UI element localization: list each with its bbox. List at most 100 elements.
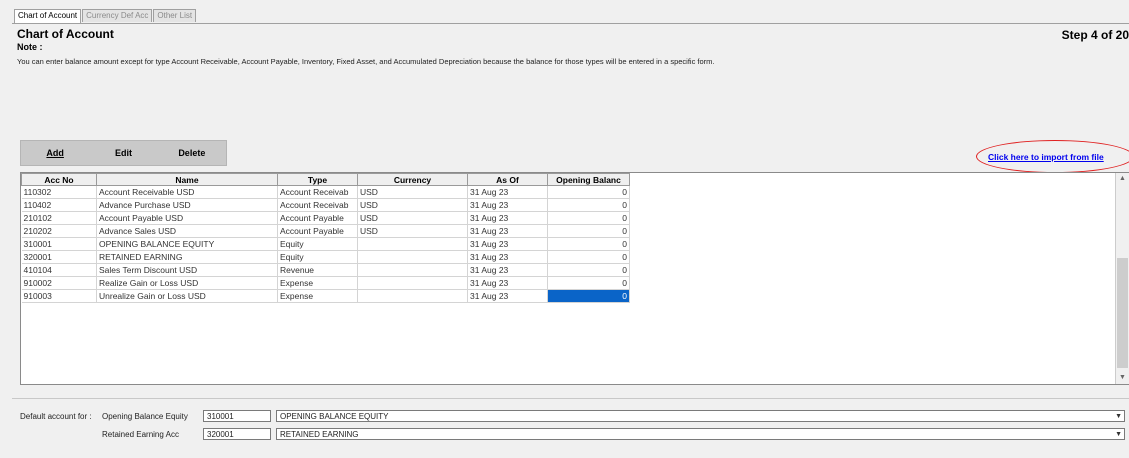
as-of-cell[interactable]: 31 Aug 23 [467,224,548,238]
dropdown-arrow-icon[interactable]: ▼ [1115,429,1122,441]
scrollbar-thumb[interactable] [1117,258,1128,368]
dropdown-arrow-icon[interactable]: ▼ [1115,411,1122,423]
opening-balance-cell[interactable]: 0 [547,263,630,277]
tab-bar: Chart of Account Currency Def Acc Other … [14,9,197,23]
currency-cell[interactable]: USD [357,211,468,225]
scroll-up-arrow-icon[interactable]: ▲ [1116,173,1129,185]
note-label: Note : [17,42,43,52]
as-of-cell[interactable]: 31 Aug 23 [467,250,548,264]
opening-balance-cell[interactable]: 0 [547,211,630,225]
acc-no-cell[interactable]: 320001 [21,250,97,264]
retained-earning-code-input[interactable]: 320001 [203,428,271,440]
column-header-currency[interactable]: Currency [357,173,468,186]
grid-vertical-scrollbar[interactable]: ▲ ▼ [1115,173,1129,384]
table-header-row: Acc No Name Type Currency As Of Opening … [21,173,630,186]
acc-no-cell[interactable]: 310001 [21,237,97,251]
table-row[interactable]: 110402 Advance Purchase USD Account Rece… [21,198,630,212]
currency-cell[interactable]: USD [357,198,468,212]
name-cell[interactable]: Advance Purchase USD [96,198,278,212]
currency-cell[interactable] [357,250,468,264]
opening-balance-cell-selected[interactable]: 0 [547,289,630,303]
table-row[interactable]: 310001 OPENING BALANCE EQUITY Equity 31 … [21,237,630,251]
as-of-cell[interactable]: 31 Aug 23 [467,276,548,290]
name-cell[interactable]: Realize Gain or Loss USD [96,276,278,290]
acc-no-cell[interactable]: 210202 [21,224,97,238]
note-text: You can enter balance amount except for … [17,57,715,66]
name-cell[interactable]: Unrealize Gain or Loss USD [96,289,278,303]
step-indicator: Step 4 of 20 [1061,28,1129,42]
as-of-cell[interactable]: 31 Aug 23 [467,263,548,277]
column-header-acc-no[interactable]: Acc No [21,173,97,186]
name-cell[interactable]: OPENING BALANCE EQUITY [96,237,278,251]
as-of-cell[interactable]: 31 Aug 23 [467,211,548,225]
opening-balance-equity-value: OPENING BALANCE EQUITY [280,412,389,421]
acc-no-cell[interactable]: 110302 [21,185,97,199]
column-header-as-of[interactable]: As Of [467,173,548,186]
divider [12,398,1129,399]
page-title: Chart of Account [17,27,114,41]
as-of-cell[interactable]: 31 Aug 23 [467,185,548,199]
opening-balance-equity-select[interactable]: OPENING BALANCE EQUITY ▼ [276,410,1125,422]
type-cell[interactable]: Revenue [277,263,358,277]
account-grid[interactable]: Acc No Name Type Currency As Of Opening … [20,172,1129,385]
table-row[interactable]: 410104 Sales Term Discount USD Revenue 3… [21,263,630,277]
type-cell[interactable]: Account Receivab [277,198,358,212]
type-cell[interactable]: Account Receivab [277,185,358,199]
name-cell[interactable]: Account Receivable USD [96,185,278,199]
currency-cell[interactable] [357,237,468,251]
opening-balance-cell[interactable]: 0 [547,224,630,238]
as-of-cell[interactable]: 31 Aug 23 [467,198,548,212]
default-account-label: Default account for : [20,412,92,421]
type-cell[interactable]: Account Payable [277,211,358,225]
tab-chart-of-account[interactable]: Chart of Account [14,9,82,23]
name-cell[interactable]: RETAINED EARNING [96,250,278,264]
table-row[interactable]: 210102 Account Payable USD Account Payab… [21,211,630,225]
opening-balance-cell[interactable]: 0 [547,250,630,264]
opening-balance-cell[interactable]: 0 [547,198,630,212]
currency-cell[interactable]: USD [357,224,468,238]
retained-earning-label: Retained Earning Acc [102,430,179,439]
acc-no-cell[interactable]: 410104 [21,263,97,277]
add-button[interactable]: Add [21,141,89,165]
currency-cell[interactable]: USD [357,185,468,199]
type-cell[interactable]: Equity [277,237,358,251]
currency-cell[interactable] [357,276,468,290]
delete-button[interactable]: Delete [158,141,226,165]
as-of-cell[interactable]: 31 Aug 23 [467,289,548,303]
name-cell[interactable]: Sales Term Discount USD [96,263,278,277]
type-cell[interactable]: Expense [277,289,358,303]
name-cell[interactable]: Advance Sales USD [96,224,278,238]
scroll-down-arrow-icon[interactable]: ▼ [1116,372,1129,384]
table-row[interactable]: 320001 RETAINED EARNING Equity 31 Aug 23… [21,250,630,264]
table-row[interactable]: 210202 Advance Sales USD Account Payable… [21,224,630,238]
acc-no-cell[interactable]: 110402 [21,198,97,212]
table-row[interactable]: 910003 Unrealize Gain or Loss USD Expens… [21,289,630,303]
tab-currency-def-acc[interactable]: Currency Def Acc [82,9,153,22]
table-row[interactable]: 110302 Account Receivable USD Account Re… [21,185,630,199]
retained-earning-value: RETAINED EARNING [280,430,359,439]
acc-no-cell[interactable]: 210102 [21,211,97,225]
opening-balance-cell[interactable]: 0 [547,276,630,290]
type-cell[interactable]: Expense [277,276,358,290]
as-of-cell[interactable]: 31 Aug 23 [467,237,548,251]
opening-balance-cell[interactable]: 0 [547,237,630,251]
edit-button[interactable]: Edit [89,141,157,165]
tab-other-list[interactable]: Other List [153,9,197,22]
table-row[interactable]: 910002 Realize Gain or Loss USD Expense … [21,276,630,290]
currency-cell[interactable] [357,289,468,303]
import-from-file-link[interactable]: Click here to import from file [988,152,1104,162]
opening-balance-equity-code-input[interactable]: 310001 [203,410,271,422]
acc-no-cell[interactable]: 910003 [21,289,97,303]
retained-earning-select[interactable]: RETAINED EARNING ▼ [276,428,1125,440]
acc-no-cell[interactable]: 910002 [21,276,97,290]
type-cell[interactable]: Account Payable [277,224,358,238]
column-header-type[interactable]: Type [277,173,358,186]
account-table: Acc No Name Type Currency As Of Opening … [21,173,630,303]
type-cell[interactable]: Equity [277,250,358,264]
opening-balance-cell[interactable]: 0 [547,185,630,199]
column-header-name[interactable]: Name [96,173,278,186]
name-cell[interactable]: Account Payable USD [96,211,278,225]
column-header-opening-balance[interactable]: Opening Balanc [547,173,630,186]
grid-toolbar: Add Edit Delete [20,140,227,166]
currency-cell[interactable] [357,263,468,277]
